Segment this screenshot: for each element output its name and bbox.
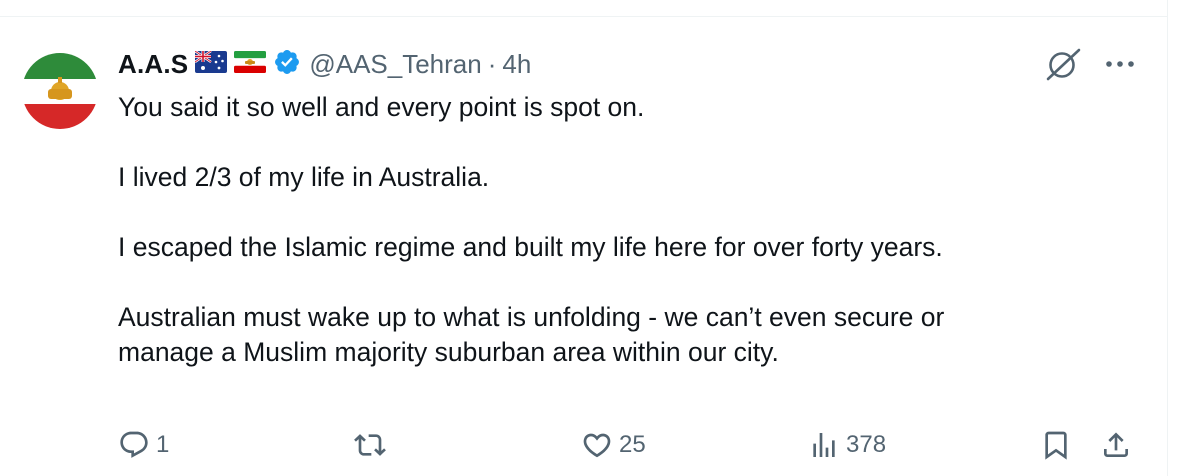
like-icon <box>581 429 613 461</box>
post-text: You said it so well and every point is s… <box>118 90 1148 370</box>
post-header: A.A.S @AAS_Tehran · 4h <box>118 44 531 84</box>
bookmark-button[interactable] <box>1040 424 1072 466</box>
like-button[interactable]: 25 <box>581 424 646 466</box>
grok-icon[interactable] <box>1042 46 1086 82</box>
views-count: 378 <box>846 431 887 458</box>
australia-flag-icon <box>194 49 228 78</box>
repost-button[interactable] <box>354 424 392 466</box>
verified-badge-icon[interactable] <box>273 48 301 81</box>
reply-count: 1 <box>156 431 170 458</box>
bookmark-icon <box>1040 429 1072 461</box>
share-button[interactable] <box>1100 424 1132 466</box>
views-button[interactable]: 378 <box>808 424 886 466</box>
reply-button[interactable]: 1 <box>118 424 169 466</box>
more-icon[interactable] <box>1100 52 1140 76</box>
post-text-line: Australian must wake up to what is unfol… <box>118 302 945 332</box>
timeline-border <box>1167 0 1168 476</box>
post-text-line: manage a Muslim majority suburban area w… <box>118 337 779 367</box>
author-handle[interactable]: @AAS_Tehran <box>309 49 481 80</box>
post-text-line: You said it so well and every point is s… <box>118 92 645 122</box>
avatar[interactable] <box>22 53 98 129</box>
views-icon <box>808 429 840 461</box>
like-count: 25 <box>619 431 646 458</box>
post-text-line: I escaped the Islamic regime and built m… <box>118 232 943 262</box>
action-bar: 1 25 378 <box>0 424 1200 466</box>
header-separator: · <box>487 48 497 79</box>
author-display-name[interactable]: A.A.S <box>118 49 188 80</box>
post-text-line: I lived 2/3 of my life in Australia. <box>118 162 490 192</box>
share-icon <box>1100 429 1132 461</box>
repost-icon <box>354 429 386 461</box>
post-timestamp[interactable]: 4h <box>502 49 531 80</box>
iran-lion-sun-flag-icon <box>234 50 267 78</box>
reply-icon <box>118 429 150 461</box>
top-divider <box>0 16 1168 17</box>
